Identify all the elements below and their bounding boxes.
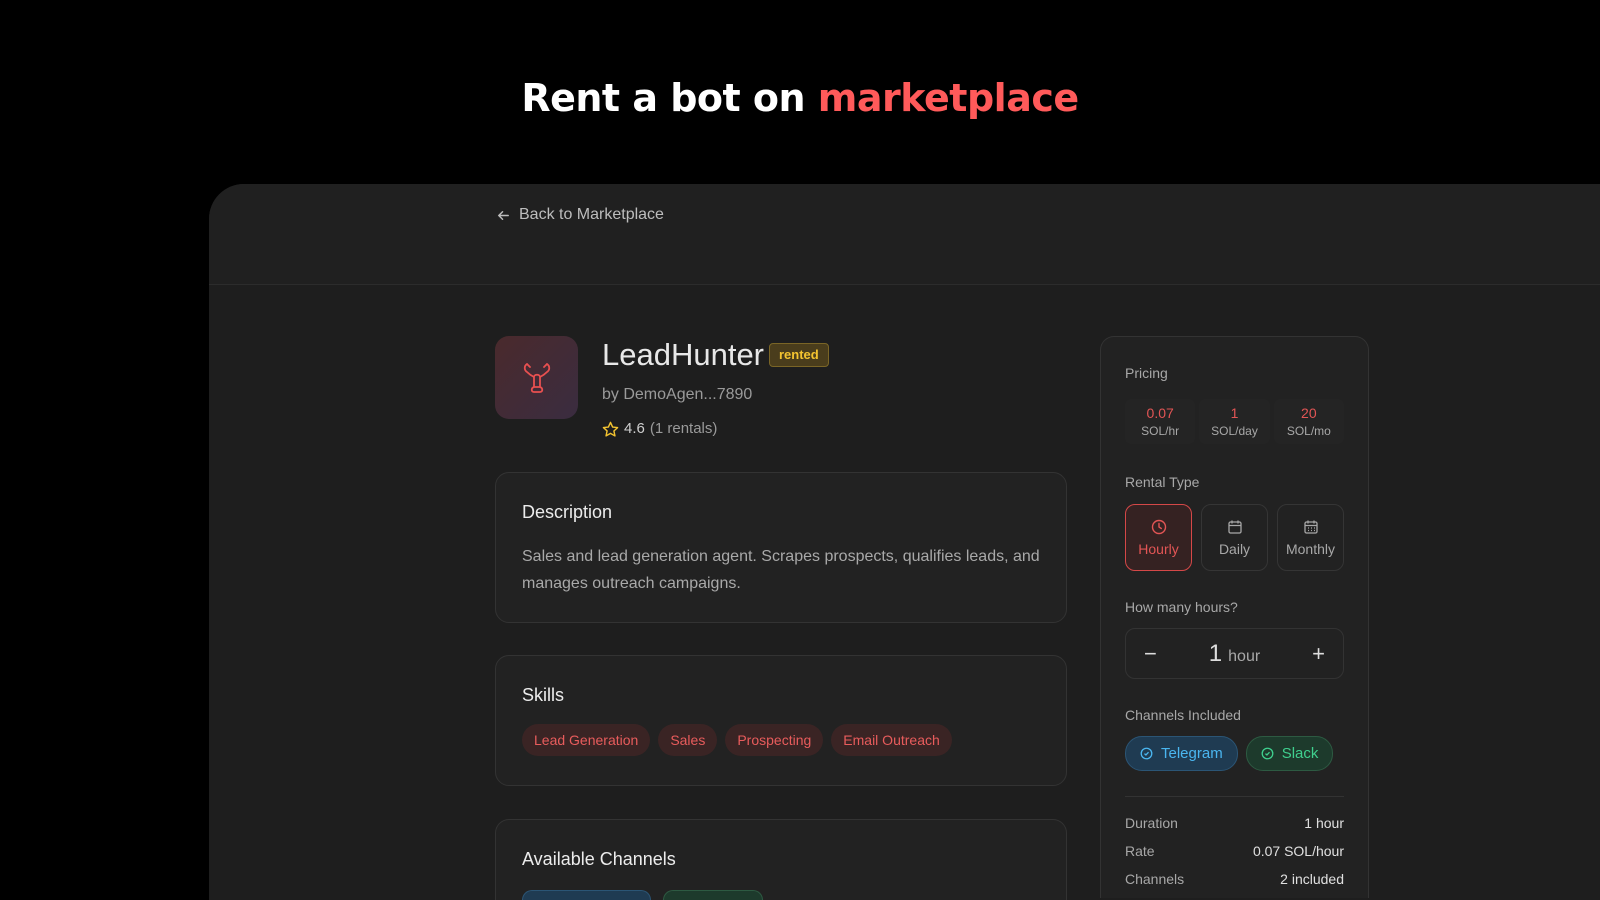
summary-row-channels: Channels 2 included [1125,871,1344,887]
summary-key: Duration [1125,815,1178,831]
bot-avatar [495,336,578,419]
hero-title: Rent a bot on marketplace [0,75,1600,121]
back-label: Back to Marketplace [519,206,664,223]
skills-heading: Skills [522,685,565,705]
bot-name: LeadHunter [602,337,765,372]
arrow-left-icon [497,210,509,220]
rental-type-label: Daily [1218,540,1251,557]
skill-tag: Sales [658,724,718,756]
pricing-heading: Pricing [1125,365,1168,381]
rental-type-label: Monthly [1285,540,1336,557]
top-bar: Back to Marketplace [209,184,1600,285]
price-value: 20 [1301,405,1317,421]
star-icon [602,421,619,437]
check-circle-icon [1140,747,1153,760]
available-channels-card: Available Channels [495,819,1067,900]
rental-type-monthly[interactable]: Monthly [1277,504,1344,571]
calendar-grid-icon [1303,520,1318,534]
back-to-marketplace-link[interactable]: Back to Marketplace [496,205,664,225]
check-circle-icon [1261,747,1274,760]
hours-stepper: − 1 hour + [1125,628,1344,679]
channel-label: Slack [1281,745,1319,762]
description-card: Description Sales and lead generation ag… [495,472,1067,623]
channel-telegram[interactable]: Telegram [1125,736,1238,771]
app-window: Back to Marketplace LeadHunter rented by… [209,184,1600,900]
rental-type-label: Rental Type [1125,474,1200,490]
increment-button[interactable]: + [1312,641,1325,666]
lobster-icon [523,362,550,393]
status-badge: rented [769,343,829,367]
description-heading: Description [522,502,613,522]
hero-title-prefix: Rent a bot on [521,76,818,120]
clock-icon [1151,519,1166,534]
summary-row-duration: Duration 1 hour [1125,815,1344,831]
decrement-button[interactable]: − [1144,641,1157,666]
summary-value: 1 hour [1304,815,1344,831]
price-unit: SOL/day [1211,424,1258,438]
rental-type-label: Hourly [1138,540,1179,557]
price-unit: SOL/hr [1141,424,1180,438]
rental-type-hourly[interactable]: Hourly [1125,504,1192,571]
quantity-value[interactable]: 1 [1209,640,1222,667]
divider [1125,796,1344,797]
rental-count: (1 rentals) [649,420,718,437]
price-daily: 1 SOL/day [1199,399,1270,444]
available-channels-heading: Available Channels [522,849,676,869]
channel-pill-slack [663,890,763,900]
price-value: 1 [1230,405,1239,421]
skills-card: Skills Lead Generation Sales Prospecting… [495,655,1067,786]
bot-author: by DemoAgen...7890 [602,386,753,403]
stage: Rent a bot on marketplace Back to Market… [0,0,1600,900]
skill-tag: Email Outreach [831,724,952,756]
channel-label: Telegram [1161,745,1223,762]
channel-slack[interactable]: Slack [1245,736,1334,771]
rental-type-daily[interactable]: Daily [1201,504,1268,571]
skill-tag: Prospecting [725,724,824,756]
summary-row-rate: Rate 0.07 SOL/hour [1125,843,1344,859]
quantity-unit: hour [1228,647,1261,665]
pricing-panel: Pricing 0.07 SOL/hr 1 SOL/day 20 SOL/mo Ren… [1100,336,1369,898]
summary-key: Rate [1125,843,1155,859]
price-monthly: 20 SOL/mo [1273,399,1344,444]
channel-pill-telegram [522,890,651,900]
rating: 4.6 (1 rentals) [602,420,717,438]
quantity-label: How many hours? [1125,599,1238,615]
channels-included-label: Channels Included [1125,707,1241,723]
skill-tag: Lead Generation [522,724,651,756]
price-unit: SOL/mo [1286,424,1331,438]
calendar-icon [1227,520,1242,534]
summary-value: 2 included [1280,871,1344,887]
hero-title-accent: marketplace [817,76,1079,120]
summary-value: 0.07 SOL/hour [1252,843,1344,859]
price-hourly: 0.07 SOL/hr [1125,399,1196,444]
description-text: Sales and lead generation agent. Scrapes… [522,548,1040,592]
rating-value: 4.6 [624,420,645,437]
summary-key: Channels [1125,871,1185,887]
price-value: 0.07 [1146,405,1174,421]
